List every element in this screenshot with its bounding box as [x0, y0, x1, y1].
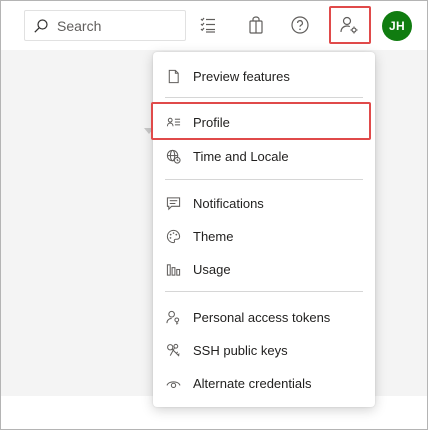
search-box[interactable]: [24, 10, 186, 41]
menu-item-personal-access-tokens[interactable]: Personal access tokens: [153, 302, 375, 332]
menu-item-notifications[interactable]: Notifications: [153, 188, 375, 218]
menu-item-theme[interactable]: Theme: [153, 221, 375, 251]
menu-separator: [165, 97, 363, 98]
search-icon: [34, 18, 48, 33]
user-settings-highlight: [329, 6, 371, 44]
top-bar: JH: [0, 0, 428, 50]
menu-item-label: Usage: [193, 261, 231, 277]
menu-item-label: Theme: [193, 228, 234, 244]
menu-item-ssh-public-keys[interactable]: SSH public keys: [153, 335, 375, 365]
menu-item-label: Preview features: [193, 68, 290, 84]
list-icon[interactable]: [197, 14, 219, 36]
document-icon: [165, 68, 181, 84]
person-key-icon: [165, 309, 181, 325]
palette-icon: [165, 228, 181, 244]
help-icon[interactable]: [289, 14, 311, 36]
keys-icon: [165, 342, 181, 358]
menu-item-alternate-credentials[interactable]: Alternate credentials: [153, 368, 375, 398]
eye-icon: [165, 375, 181, 391]
menu-item-label: SSH public keys: [193, 342, 288, 358]
globe-clock-icon: [165, 148, 181, 164]
shopping-bag-icon[interactable]: [245, 14, 267, 36]
profile-highlight: [151, 102, 371, 140]
menu-item-time-and-locale[interactable]: Time and Locale: [153, 141, 375, 171]
menu-item-preview-features[interactable]: Preview features: [153, 61, 375, 91]
chat-icon: [165, 195, 181, 211]
menu-item-usage[interactable]: Usage: [153, 254, 375, 284]
avatar[interactable]: JH: [382, 11, 412, 41]
menu-item-label: Notifications: [193, 195, 264, 211]
menu-item-label: Personal access tokens: [193, 309, 331, 325]
menu-item-label: Time and Locale: [193, 148, 289, 164]
bar-chart-icon: [165, 261, 181, 277]
search-input[interactable]: [57, 17, 177, 34]
menu-separator: [165, 291, 363, 292]
menu-separator: [165, 179, 363, 180]
avatar-initials: JH: [389, 19, 405, 33]
menu-item-label: Alternate credentials: [193, 375, 312, 391]
